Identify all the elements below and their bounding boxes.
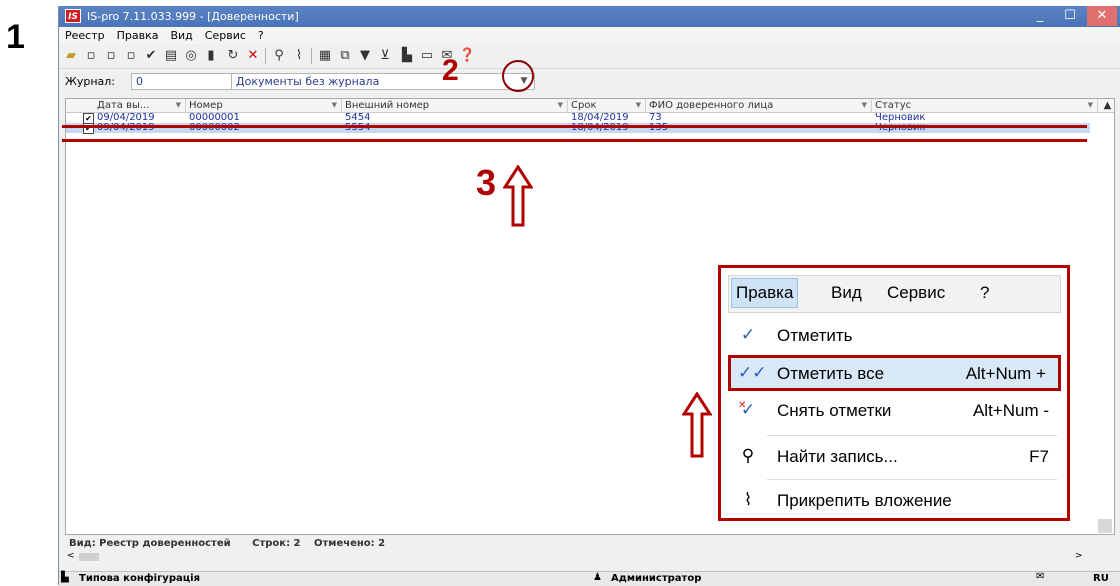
menu-edit[interactable]: Правка [111, 27, 165, 42]
config-label: Типова конфігурація [79, 573, 200, 584]
title-bar: IS IS-pro 7.11.033.999 - [Доверенности] … [59, 6, 1120, 27]
group-icon[interactable]: ⧉ [337, 48, 353, 64]
table-row[interactable]: ✔ 09/04/2019 00000001 5454 18/04/2019 73… [66, 113, 1090, 124]
step-2-label: 2 [442, 54, 459, 87]
window-title: IS-pro 7.11.033.999 - [Доверенности] [87, 10, 299, 23]
menu-separator [767, 479, 1057, 480]
highlight-circle [502, 60, 534, 92]
uncheck-icon: ✓ ✕ [738, 400, 756, 419]
menu-help[interactable]: ? [252, 27, 270, 42]
status-view: Вид: Реестр доверенностей [69, 538, 231, 549]
menu-item-mark[interactable]: ✓ Отметить [728, 317, 1061, 353]
edit-document-icon[interactable]: ▫ [103, 48, 119, 64]
menu-separator [767, 435, 1057, 436]
scroll-left-icon[interactable]: < [67, 551, 75, 561]
toolbar-separator [265, 48, 266, 64]
scroll-thumb[interactable] [1098, 519, 1112, 533]
highlight-line-bottom [62, 139, 1087, 142]
copy-document-icon[interactable]: ▫ [123, 48, 139, 64]
menu-service[interactable]: Сервис [199, 27, 252, 42]
scroll-thumb-horizontal[interactable] [79, 553, 99, 561]
close-button[interactable]: ✕ [1087, 6, 1117, 26]
grid-header: Дата вы... ▼ Номер ▼ Внешний номер ▼ Срок ▼ … [66, 99, 1114, 113]
menu-item-find-record[interactable]: ⚲ Найти запись... F7 [728, 438, 1061, 474]
user-icon: ♟ [593, 572, 602, 583]
language-indicator: RU [1093, 573, 1109, 584]
open-folder-icon[interactable]: ▰ [63, 48, 79, 64]
paperclip-icon[interactable]: ⌇ [291, 48, 307, 64]
column-header-number[interactable]: Номер ▼ [186, 99, 342, 112]
new-document-icon[interactable]: ▫ [83, 48, 99, 64]
popup-menu-help[interactable]: ? [980, 283, 989, 303]
menu-bar: Реестр Правка Вид Сервис? [59, 27, 1120, 44]
cell-person: 73 [649, 113, 662, 123]
menu-item-attach-file[interactable]: ⌇ Прикрепить вложение [728, 482, 1061, 518]
maximize-button[interactable]: ☐ [1055, 6, 1085, 26]
table-icon[interactable]: ▦ [317, 48, 333, 64]
view-icon[interactable]: ◎ [183, 48, 199, 64]
filter-icon[interactable]: ▼ [357, 48, 373, 64]
highlight-line-top [62, 125, 1087, 128]
menu-item-unmark[interactable]: ✓ ✕ Снять отметки Alt+Num - [728, 392, 1061, 428]
column-header-person[interactable]: ФИО доверенного лица ▼ [646, 99, 872, 112]
toolbar-separator [311, 48, 312, 64]
column-header-term[interactable]: Срок ▼ [568, 99, 646, 112]
step-1-label: 1 [6, 18, 25, 56]
help-icon[interactable]: ❓ [459, 48, 475, 64]
app-logo-icon: IS [65, 9, 81, 23]
column-header-date[interactable]: Дата вы... ▼ [94, 99, 186, 112]
toolbar: ▰ ▫ ▫ ▫ ✔ ▤ ◎ ▮ ↻ ✕ ⚲ ⌇ ▦ ⧉ ▼ ⊻ ▙ ▭ ✉ ❓ [59, 44, 1120, 69]
scroll-right-icon[interactable]: > [1075, 551, 1083, 561]
status-rows: Строк: 2 [252, 538, 301, 549]
popup-menu-edit[interactable]: Правка [731, 278, 799, 308]
scroll-up-icon[interactable]: ▲ [1098, 99, 1114, 112]
double-check-icon: ✓✓ [738, 363, 767, 382]
cell-number: 00000001 [189, 113, 240, 123]
menu-view[interactable]: Вид [164, 27, 198, 42]
search-icon: ⚲ [741, 446, 755, 465]
column-header-status[interactable]: Статус ▼ [872, 99, 1098, 112]
journal-code-field[interactable]: 0 [131, 73, 235, 90]
paperclip-icon: ⌇ [743, 490, 753, 509]
popup-menu-bar: Правка Вид Сервис ? [728, 275, 1061, 313]
horizontal-scrollbar[interactable]: < > [65, 551, 1105, 563]
up-arrow-icon [503, 165, 533, 227]
up-arrow-icon [682, 392, 712, 458]
bottom-status-bar: ▙ Типова конфігурація ♟ Администратор ✉ … [59, 571, 1120, 586]
clear-filter-icon[interactable]: ⊻ [377, 48, 393, 64]
mark-icon[interactable]: ✔ [143, 48, 159, 64]
popup-menu-service[interactable]: Сервис [887, 283, 945, 303]
step-3-label: 3 [476, 162, 497, 203]
status-marked: Отмечено: 2 [314, 538, 386, 549]
menu-registry[interactable]: Реестр [59, 27, 111, 42]
minimize-button[interactable]: _ [1025, 6, 1055, 26]
journal-label: Журнал: [65, 75, 116, 88]
cell-date: 09/04/2019 [97, 113, 155, 123]
mail-icon: ✉ [1036, 571, 1045, 582]
cell-status: Черновик [875, 113, 926, 123]
form-icon[interactable]: ▭ [419, 48, 435, 64]
chart-icon: ▙ [61, 572, 69, 583]
chart-icon[interactable]: ▙ [399, 48, 415, 64]
menu-item-mark-all[interactable]: ✓✓ Отметить все Alt+Num + [728, 355, 1061, 391]
stamp-icon[interactable]: ▮ [203, 48, 219, 64]
status-line: Вид: Реестр доверенностей Строк: 2 Отмеч… [69, 538, 385, 550]
refresh-icon[interactable]: ↻ [225, 48, 241, 64]
cell-external-number: 5454 [345, 113, 371, 123]
journal-row: Журнал: 0 Документы без журнала ▼ [59, 70, 1120, 92]
popup-menu-view[interactable]: Вид [831, 283, 862, 303]
print-icon[interactable]: ▤ [163, 48, 179, 64]
edit-menu-popup: Правка Вид Сервис ? ✓ Отметить ✓✓ Отмети… [718, 265, 1070, 521]
cell-term: 18/04/2019 [571, 113, 629, 123]
delete-icon[interactable]: ✕ [245, 48, 261, 64]
journal-name-field[interactable]: Документы без журнала [231, 73, 535, 90]
search-icon[interactable]: ⚲ [271, 48, 287, 64]
column-header-external-number[interactable]: Внешний номер ▼ [342, 99, 568, 112]
user-label: Администратор [611, 573, 702, 584]
check-icon: ✓ [740, 325, 756, 344]
